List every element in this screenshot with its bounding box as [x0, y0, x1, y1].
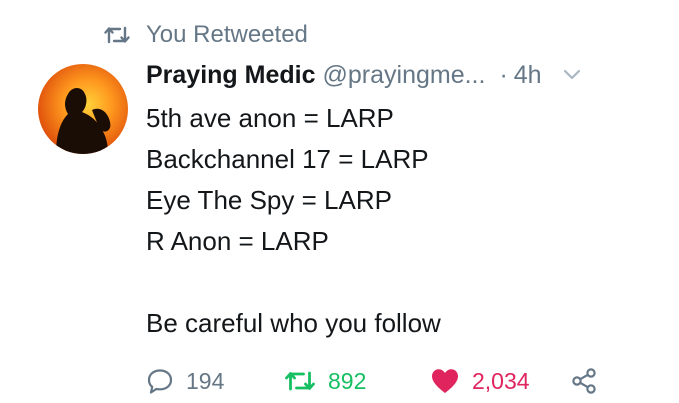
author-display-name[interactable]: Praying Medic [146, 61, 316, 90]
time-separator: · [499, 60, 508, 89]
reply-count: 194 [186, 367, 225, 394]
tweet-text: 5th ave anon = LARP Backchannel 17 = LAR… [146, 98, 441, 344]
tweet-text-line: Backchannel 17 = LARP [146, 144, 429, 174]
share-icon [570, 367, 598, 395]
reply-icon [146, 367, 174, 395]
reply-button[interactable]: 194 [146, 367, 284, 395]
retweet-icon [284, 368, 316, 394]
tweet-text-line: R Anon = LARP [146, 226, 329, 256]
tweet-text-line: Be careful who you follow [146, 308, 441, 338]
tweet-header: Praying Medic @prayingme... · 4h [146, 58, 665, 92]
heart-icon [430, 367, 460, 395]
author-handle[interactable]: @prayingme... [323, 61, 486, 90]
like-button[interactable]: 2,034 [430, 367, 570, 395]
tweet-text-blank-line [146, 262, 441, 303]
share-button[interactable] [570, 367, 598, 395]
retweet-count: 892 [328, 367, 367, 394]
tweet-text-line: Eye The Spy = LARP [146, 185, 392, 215]
tweet-timestamp[interactable]: 4h [514, 61, 542, 90]
avatar[interactable] [38, 64, 128, 154]
tweet-card[interactable]: You Retweeted Praying Medic @prayingme..… [0, 0, 679, 403]
like-count: 2,034 [472, 367, 530, 394]
tweet-text-line: 5th ave anon = LARP [146, 103, 394, 133]
retweet-context-label: You Retweeted [146, 21, 308, 48]
retweet-button[interactable]: 892 [284, 368, 430, 395]
chevron-down-icon[interactable] [562, 68, 582, 82]
retweet-icon [104, 24, 130, 46]
retweet-context: You Retweeted [104, 18, 308, 52]
tweet-actions: 194 892 2,034 [146, 364, 598, 398]
